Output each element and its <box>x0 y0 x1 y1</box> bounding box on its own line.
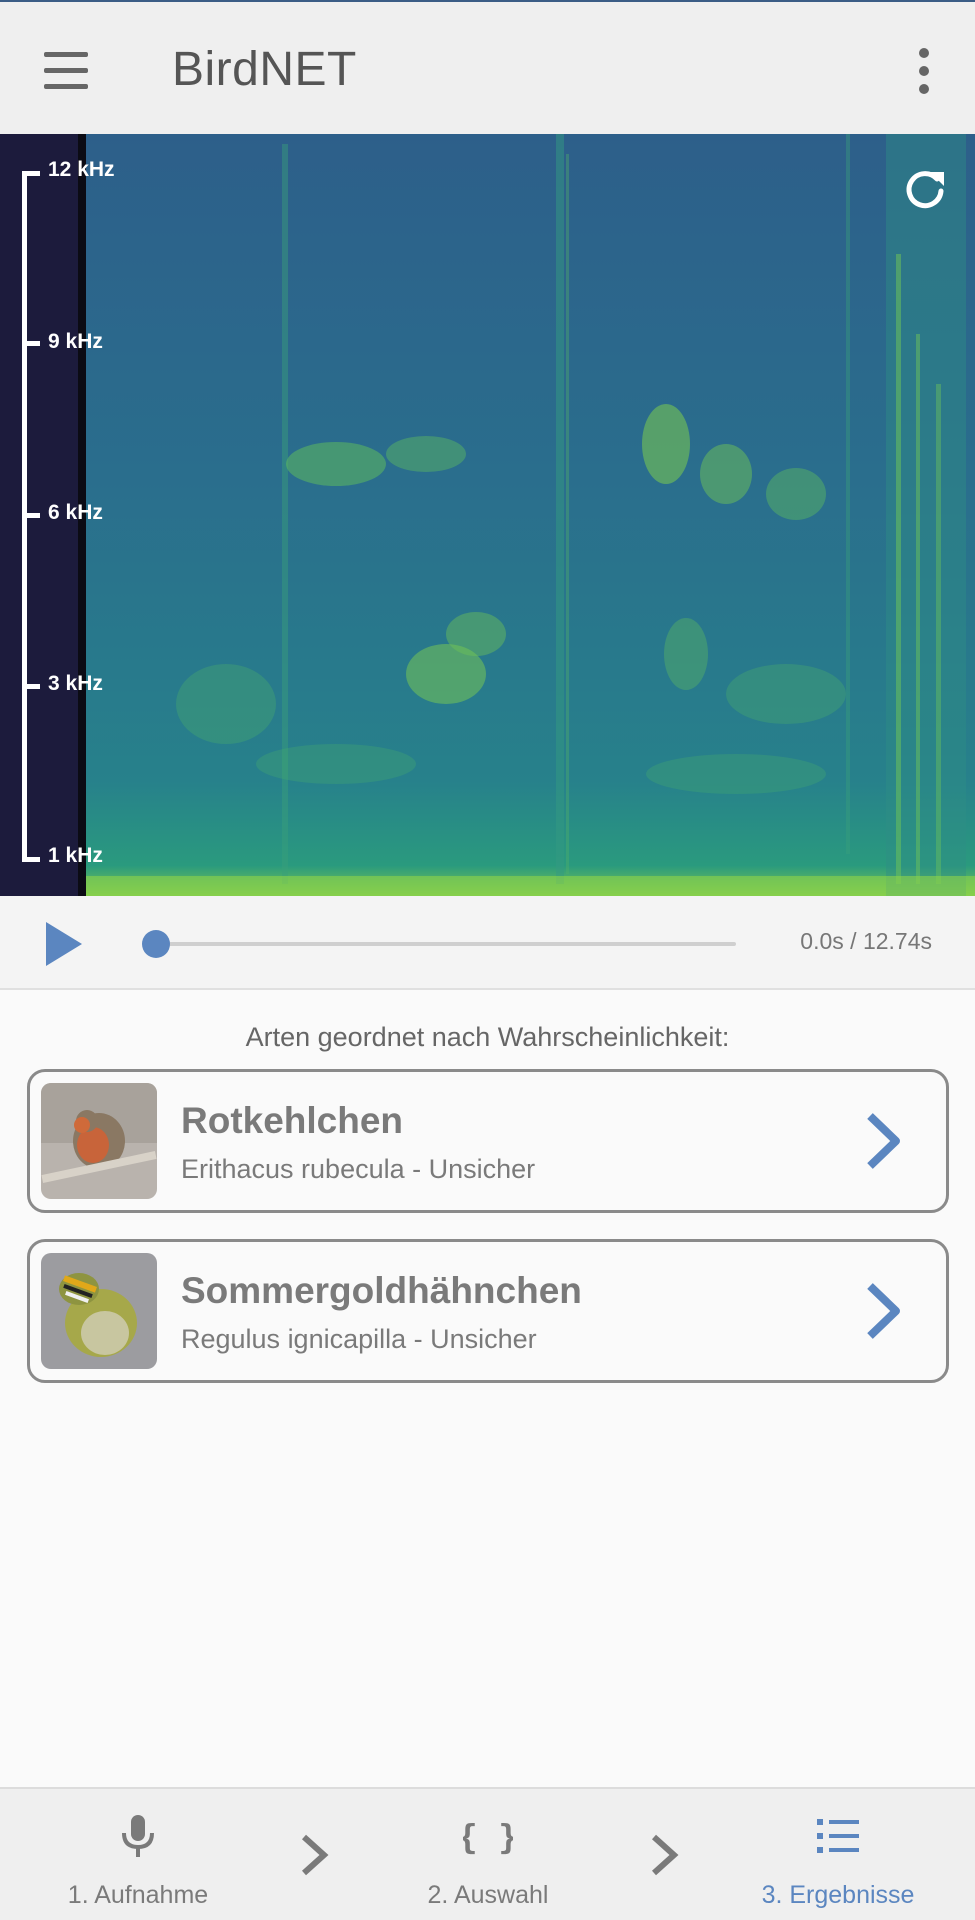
chevron-right-icon <box>867 1113 900 1169</box>
bottom-navigation: 1. Aufnahme { } 2. Auswahl 3. Ergebnisse <box>0 1787 975 1920</box>
more-vert-icon <box>919 48 929 58</box>
tab-label: 1. Aufnahme <box>67 1881 209 1909</box>
spectrogram[interactable]: 12 kHz 9 kHz 6 kHz 3 kHz 1 kHz <box>0 134 975 896</box>
freq-label-3khz: 3 kHz <box>48 672 103 695</box>
chevron-right-icon <box>867 1283 900 1339</box>
app-title: BirdNET <box>172 43 357 96</box>
freq-label-1khz: 1 kHz <box>48 844 103 867</box>
tab-label: 3. Ergebnisse <box>761 1881 915 1909</box>
spectrogram-image <box>86 134 975 896</box>
chevron-right-icon <box>301 1834 329 1876</box>
menu-button[interactable] <box>38 46 96 96</box>
audio-player: 0.0s / 12.74s <box>0 896 975 990</box>
tab-aufnahme[interactable]: 1. Aufnahme <box>40 1789 236 1920</box>
freq-label-6khz: 6 kHz <box>48 501 103 524</box>
result-subtitle: Erithacus rubecula - Unsicher <box>181 1154 536 1184</box>
firecrest-thumbnail <box>41 1253 157 1369</box>
seek-handle[interactable] <box>142 930 170 958</box>
result-card-sommergoldhaehnchen[interactable]: Sommergoldhähnchen Regulus ignicapilla -… <box>27 1239 949 1383</box>
svg-text:{ }: { } <box>463 1818 513 1858</box>
playback-time: 0.0s / 12.74s <box>800 928 932 954</box>
chevron-right-icon <box>651 1834 679 1876</box>
refresh-icon[interactable] <box>900 164 950 214</box>
freq-label-12khz: 12 kHz <box>48 158 115 181</box>
more-options-button[interactable] <box>900 44 948 98</box>
tab-auswahl[interactable]: { } 2. Auswahl <box>390 1789 586 1920</box>
list-icon <box>817 1819 859 1853</box>
microphone-icon <box>122 1815 154 1857</box>
play-icon[interactable] <box>40 918 90 970</box>
result-subtitle: Regulus ignicapilla - Unsicher <box>181 1324 537 1354</box>
tab-label: 2. Auswahl <box>427 1881 549 1909</box>
results-heading: Arten geordnet nach Wahrscheinlichkeit: <box>245 1022 730 1052</box>
result-name: Sommergoldhähnchen <box>181 1270 582 1311</box>
freq-label-9khz: 9 kHz <box>48 330 103 353</box>
seek-bar[interactable] <box>154 942 736 946</box>
result-name: Rotkehlchen <box>181 1100 404 1141</box>
hamburger-menu-icon <box>44 52 88 57</box>
robin-thumbnail <box>41 1083 157 1199</box>
app-bar: BirdNET <box>0 2 975 134</box>
braces-icon: { } <box>463 1818 513 1858</box>
tab-ergebnisse[interactable]: 3. Ergebnisse <box>740 1789 936 1920</box>
result-card-rotkehlchen[interactable]: Rotkehlchen Erithacus rubecula - Unsiche… <box>27 1069 949 1213</box>
